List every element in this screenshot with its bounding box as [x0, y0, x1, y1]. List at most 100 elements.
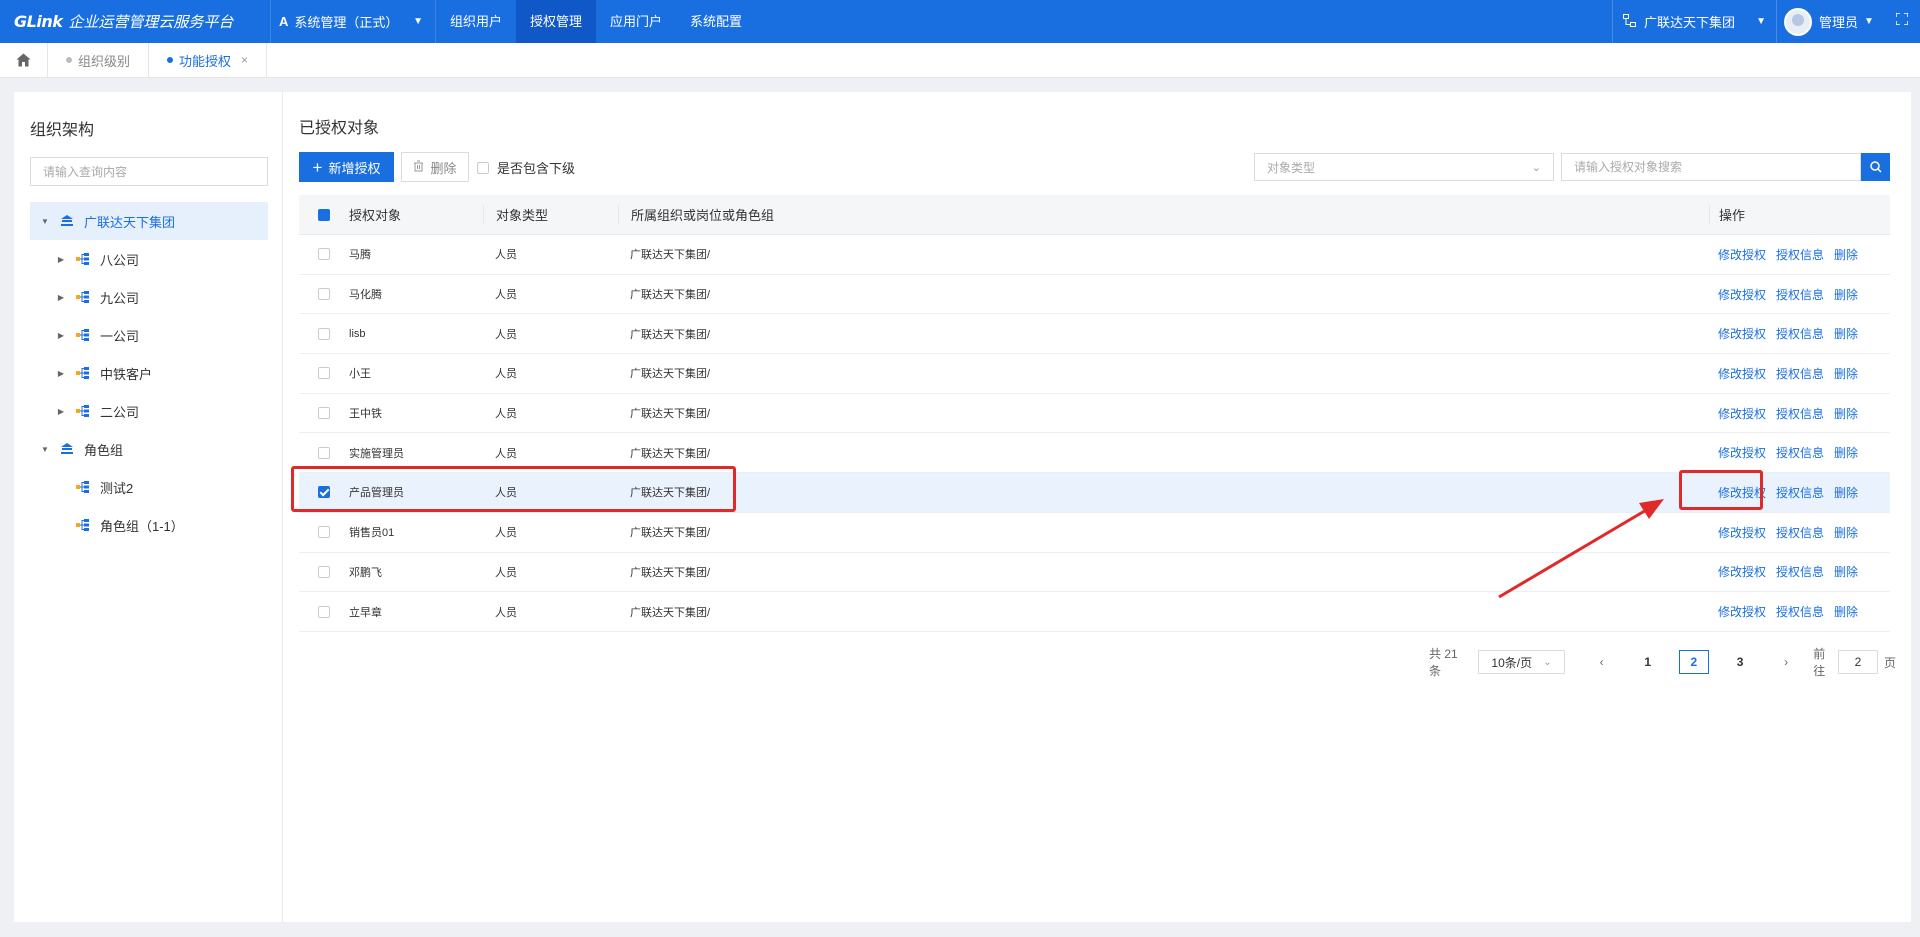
main-nav: 组织用户 授权管理 应用门户 系统配置	[436, 0, 756, 43]
modify-auth-link[interactable]: 修改授权	[1718, 563, 1766, 580]
auth-info-link[interactable]: 授权信息	[1776, 524, 1824, 541]
add-auth-button[interactable]: + 新增授权	[299, 152, 394, 182]
delete-link[interactable]: 删除	[1834, 405, 1858, 422]
nav-item-app-portal[interactable]: 应用门户	[596, 0, 676, 43]
modify-auth-link[interactable]: 修改授权	[1718, 286, 1766, 303]
tab-dot	[66, 57, 72, 63]
cell-type: 人员	[495, 527, 517, 540]
modify-auth-link[interactable]: 修改授权	[1718, 524, 1766, 541]
system-select[interactable]: A 系统管理（正式） ▼	[270, 0, 436, 43]
caret-right-icon[interactable]: ▶	[54, 407, 68, 416]
delete-link[interactable]: 删除	[1834, 365, 1858, 382]
tree-node-root[interactable]: ▼ 广联达天下集团	[30, 202, 268, 240]
auth-info-link[interactable]: 授权信息	[1776, 286, 1824, 303]
caret-right-icon[interactable]: ▶	[54, 369, 68, 378]
row-checkbox[interactable]	[318, 288, 330, 301]
page-button[interactable]: 3	[1725, 650, 1755, 674]
home-icon[interactable]	[0, 42, 48, 78]
auth-info-link[interactable]: 授权信息	[1776, 405, 1824, 422]
nav-item-system-config[interactable]: 系统配置	[676, 0, 756, 43]
tree-node-company[interactable]: ▶ 二公司	[30, 392, 268, 430]
auth-info-link[interactable]: 授权信息	[1776, 365, 1824, 382]
row-checkbox[interactable]	[318, 526, 330, 539]
next-page-button[interactable]: ›	[1771, 650, 1801, 674]
modify-auth-link[interactable]: 修改授权	[1718, 365, 1766, 382]
delete-button[interactable]: 删除	[401, 152, 469, 182]
org-tree-icon	[1623, 13, 1636, 30]
delete-link[interactable]: 删除	[1834, 325, 1858, 342]
tree-node-role[interactable]: 测试2	[30, 468, 268, 506]
caret-down-icon[interactable]: ▼	[38, 445, 52, 454]
delete-link[interactable]: 删除	[1834, 524, 1858, 541]
select-all-checkbox[interactable]	[318, 208, 330, 221]
org-select[interactable]: 广联达天下集团 ▼	[1612, 0, 1777, 43]
caret-right-icon[interactable]: ▶	[54, 331, 68, 340]
delete-link[interactable]: 删除	[1834, 563, 1858, 580]
include-sub-checkbox[interactable]: 是否包含下级	[477, 158, 575, 177]
cell-type: 人员	[495, 447, 517, 460]
tree-node-company[interactable]: ▶ 八公司	[30, 240, 268, 278]
row-checkbox[interactable]	[318, 327, 330, 340]
org-node-icon	[76, 252, 90, 266]
modify-auth-link[interactable]: 修改授权	[1718, 405, 1766, 422]
auth-info-link[interactable]: 授权信息	[1776, 484, 1824, 501]
tab-org-level[interactable]: 组织级别	[48, 42, 150, 78]
delete-link[interactable]: 删除	[1834, 444, 1858, 461]
row-checkbox[interactable]	[318, 367, 330, 380]
tab-label: 功能授权	[179, 53, 232, 69]
row-checkbox[interactable]	[318, 248, 330, 261]
cell-object: lisb	[349, 327, 366, 340]
org-node-icon	[76, 480, 90, 494]
object-type-select[interactable]: 对象类型 ⌄	[1254, 153, 1554, 181]
close-icon[interactable]: ×	[241, 53, 248, 67]
tab-function-auth[interactable]: 功能授权 ×	[149, 42, 268, 78]
fullscreen-icon[interactable]	[1894, 12, 1910, 29]
modify-auth-link[interactable]: 修改授权	[1718, 484, 1766, 501]
object-search-input[interactable]	[1561, 153, 1861, 181]
modify-auth-link[interactable]: 修改授权	[1718, 444, 1766, 461]
page-button-current[interactable]: 2	[1678, 650, 1709, 674]
nav-item-org-users[interactable]: 组织用户	[436, 0, 516, 43]
auth-info-link[interactable]: 授权信息	[1776, 563, 1824, 580]
delete-link[interactable]: 删除	[1834, 603, 1858, 620]
caret-right-icon[interactable]: ▶	[54, 255, 68, 264]
caret-down-icon[interactable]: ▼	[38, 217, 52, 226]
system-select-label: 系统管理（正式）	[294, 15, 399, 30]
prev-page-button[interactable]: ‹	[1587, 650, 1617, 674]
auth-info-link[interactable]: 授权信息	[1776, 444, 1824, 461]
delete-link[interactable]: 删除	[1834, 246, 1858, 263]
auth-info-link[interactable]: 授权信息	[1776, 246, 1824, 263]
tree-node-company[interactable]: ▶ 九公司	[30, 278, 268, 316]
checkbox[interactable]	[477, 161, 489, 174]
cell-object: 马腾	[349, 249, 371, 262]
auth-info-link[interactable]: 授权信息	[1776, 603, 1824, 620]
tree-node-company[interactable]: ▶ 一公司	[30, 316, 268, 354]
row-checkbox[interactable]	[318, 486, 330, 499]
delete-link[interactable]: 删除	[1834, 484, 1858, 501]
delete-link[interactable]: 删除	[1834, 286, 1858, 303]
org-search-input[interactable]	[30, 157, 268, 186]
cell-actions: 修改授权 授权信息 删除	[1709, 325, 1858, 342]
page-size-select[interactable]: 10条/页 ⌄	[1478, 650, 1565, 674]
nav-item-auth-management[interactable]: 授权管理	[516, 0, 597, 43]
goto-page-input[interactable]	[1837, 650, 1878, 674]
modify-auth-link[interactable]: 修改授权	[1718, 603, 1766, 620]
user-menu[interactable]: 管理员 ▼	[1784, 0, 1884, 43]
trash-icon	[413, 160, 424, 175]
caret-right-icon[interactable]: ▶	[54, 293, 68, 302]
page-button[interactable]: 1	[1633, 650, 1663, 674]
tree-node-company[interactable]: ▶ 中铁客户	[30, 354, 268, 392]
tree-node-role-group[interactable]: ▼ 角色组	[30, 430, 268, 468]
row-checkbox[interactable]	[318, 565, 330, 578]
row-checkbox-cell	[299, 288, 349, 301]
row-checkbox[interactable]	[318, 446, 330, 459]
row-checkbox[interactable]	[318, 407, 330, 420]
auth-info-link[interactable]: 授权信息	[1776, 325, 1824, 342]
modify-auth-link[interactable]: 修改授权	[1718, 246, 1766, 263]
modify-auth-link[interactable]: 修改授权	[1718, 325, 1766, 342]
tree-node-label: 九公司	[100, 290, 140, 306]
chevron-down-icon: ⌄	[1543, 656, 1552, 668]
row-checkbox[interactable]	[318, 605, 330, 618]
tree-node-role[interactable]: 角色组（1-1）	[30, 506, 268, 544]
search-button[interactable]	[1861, 153, 1890, 181]
